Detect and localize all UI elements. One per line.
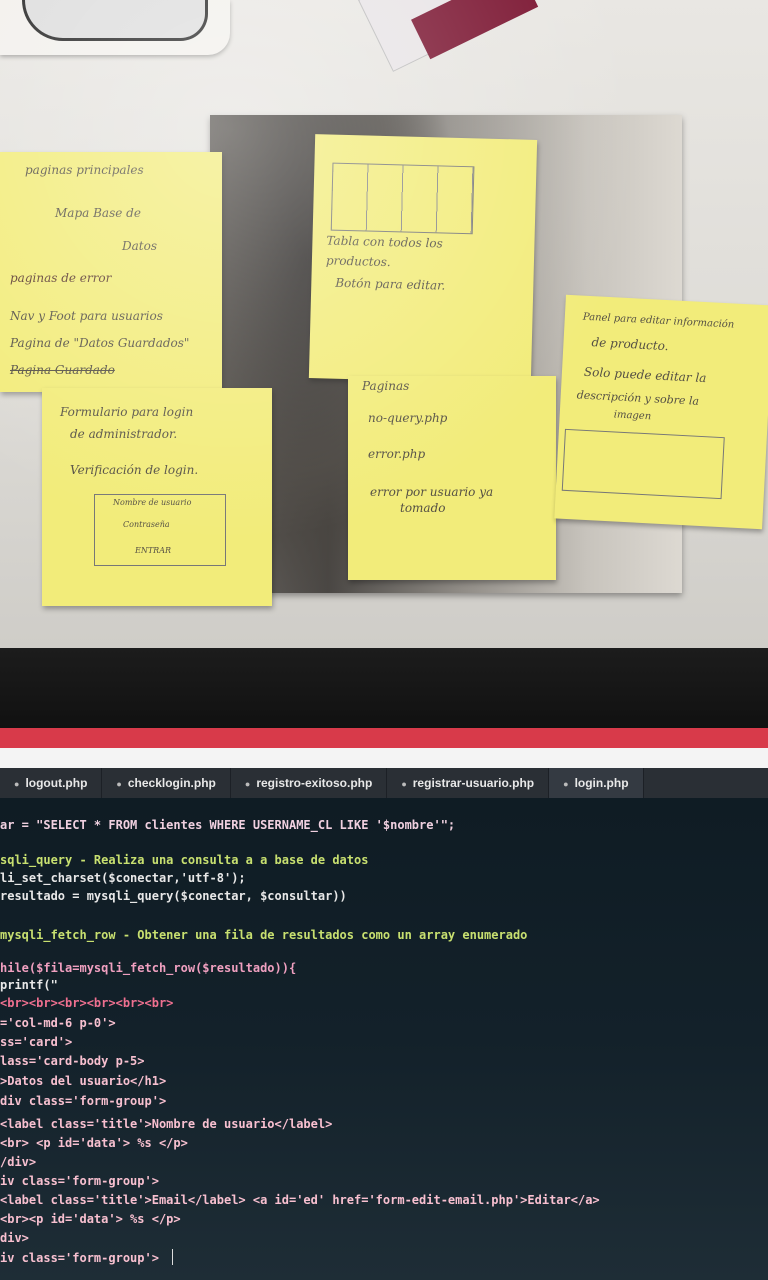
tab-login-php[interactable]: ● login.php	[549, 768, 644, 798]
code-line: div>	[0, 1231, 29, 1245]
file-icon: ●	[14, 779, 20, 789]
code-line: <br><br><br><br><br><br>	[0, 996, 174, 1010]
code-line: /div>	[0, 1155, 37, 1169]
note-line: Mapa Base de	[55, 206, 141, 220]
title-bar	[0, 728, 768, 748]
note-line: error.php	[368, 447, 426, 461]
code-line: li_set_charset($conectar,'utf-8');	[0, 871, 246, 885]
code-editor[interactable]: ar = "SELECT * FROM clientes WHERE USERN…	[0, 798, 768, 1280]
note-line: Nombre de usuario	[113, 498, 192, 507]
note-line: de administrador.	[70, 427, 178, 441]
code-line: ='col-md-6 p-0'>	[0, 1016, 116, 1030]
note-line: de producto.	[591, 335, 669, 354]
table-sketch	[330, 162, 475, 235]
sticky-note-pages: paginas principales Mapa Base de Datos p…	[0, 152, 222, 392]
sticker	[0, 0, 230, 55]
note-line: Panel para editar información	[582, 311, 735, 331]
note-line: imagen	[613, 409, 652, 423]
edit-panel-sketch	[561, 428, 725, 500]
note-line: Solo puede editar la	[583, 364, 707, 386]
note-line: ENTRAR	[135, 546, 171, 555]
photo-trees	[210, 115, 450, 593]
sticky-note-products-table: Tabla con todos los productos. Botón par…	[308, 134, 538, 384]
note-line: error por usuario ya	[370, 485, 494, 499]
sticky-note-login-form: Formulario para login de administrador. …	[42, 388, 272, 606]
file-icon: ●	[116, 779, 122, 789]
code-line: iv class='form-group'>	[0, 1174, 159, 1188]
note-line: no-query.php	[368, 411, 448, 425]
note-line: paginas de error	[10, 271, 112, 285]
code-line: ar = "SELECT * FROM clientes WHERE USERN…	[0, 818, 456, 832]
code-line: <br> <p id='data'> %s </p>	[0, 1136, 188, 1150]
tab-logout-php[interactable]: ● logout.php	[0, 768, 103, 798]
tab-label: registro-exitoso.php	[256, 776, 373, 790]
tab-registrar-usuario-php[interactable]: ● registrar-usuario.php	[387, 768, 550, 798]
tab-registro-exitoso-php[interactable]: ● registro-exitoso.php	[231, 768, 388, 798]
code-line: mysqli_fetch_row - Obtener una fila de r…	[0, 928, 528, 942]
tab-label: logout.php	[25, 776, 88, 790]
note-line: Contraseña	[123, 520, 170, 529]
sticky-note-error-pages: Paginas no-query.php error.php error por…	[348, 376, 556, 580]
code-line: <label class='title'>Nombre de usuario</…	[0, 1117, 333, 1131]
note-line: Tabla con todos los	[326, 233, 443, 251]
note-line: productos.	[325, 253, 391, 270]
note-line: Pagina Guardado	[10, 363, 115, 377]
code-line: <label class='title'>Email</label> <a id…	[0, 1193, 600, 1207]
business-card-red-panel	[411, 0, 539, 60]
laptop-bezel	[0, 648, 768, 728]
note-line: Botón para editar.	[335, 275, 446, 293]
note-line: Datos	[122, 239, 157, 253]
login-sketch: Nombre de usuario Contraseña ENTRAR	[94, 494, 226, 566]
text-cursor	[172, 1249, 173, 1265]
code-line: iv class='form-group'>	[0, 1251, 159, 1265]
code-line: <br><p id='data'> %s </p>	[0, 1212, 181, 1226]
business-card	[358, 0, 539, 72]
note-line: tomado	[400, 501, 446, 515]
note-line: descripción y sobre la	[576, 388, 700, 408]
tab-label: checklogin.php	[127, 776, 216, 790]
file-icon: ●	[244, 779, 251, 789]
note-line: paginas principales	[25, 163, 144, 177]
note-line: Pagina de "Datos Guardados"	[10, 336, 190, 350]
note-line: Nav y Foot para usuarios	[10, 309, 163, 323]
tab-label: registrar-usuario.php	[412, 776, 535, 790]
code-line: sqli_query - Realiza una consulta a a ba…	[0, 853, 369, 867]
code-line: resultado = mysqli_query($conectar, $con…	[0, 889, 347, 903]
file-icon: ●	[563, 779, 569, 789]
file-icon: ●	[401, 779, 407, 789]
sticker-art	[22, 0, 208, 41]
code-line: >Datos del usuario</h1>	[0, 1074, 167, 1088]
code-line: printf("	[0, 978, 58, 992]
tab-label: login.php	[574, 776, 629, 790]
code-line: ss='card'>	[0, 1035, 73, 1049]
menu-bar	[0, 748, 768, 768]
code-line: hile($fila=mysqli_fetch_row($resultado))…	[0, 961, 297, 975]
background-photo	[210, 115, 682, 593]
code-line: lass='card-body p-5>	[0, 1054, 145, 1068]
note-line: Paginas	[362, 379, 410, 393]
corkboard-wall: paginas principales Mapa Base de Datos p…	[0, 0, 768, 648]
editor-tab-bar: ● logout.php ● checklogin.php ● registro-ex…	[0, 768, 768, 798]
note-line: Formulario para login	[60, 405, 194, 419]
note-line: Verificación de login.	[70, 463, 199, 477]
sticky-note-edit-panel: Panel para editar información de product…	[554, 294, 768, 530]
code-line: div class='form-group'>	[0, 1094, 167, 1108]
tab-checklogin-php[interactable]: ● checklogin.php	[102, 768, 231, 798]
